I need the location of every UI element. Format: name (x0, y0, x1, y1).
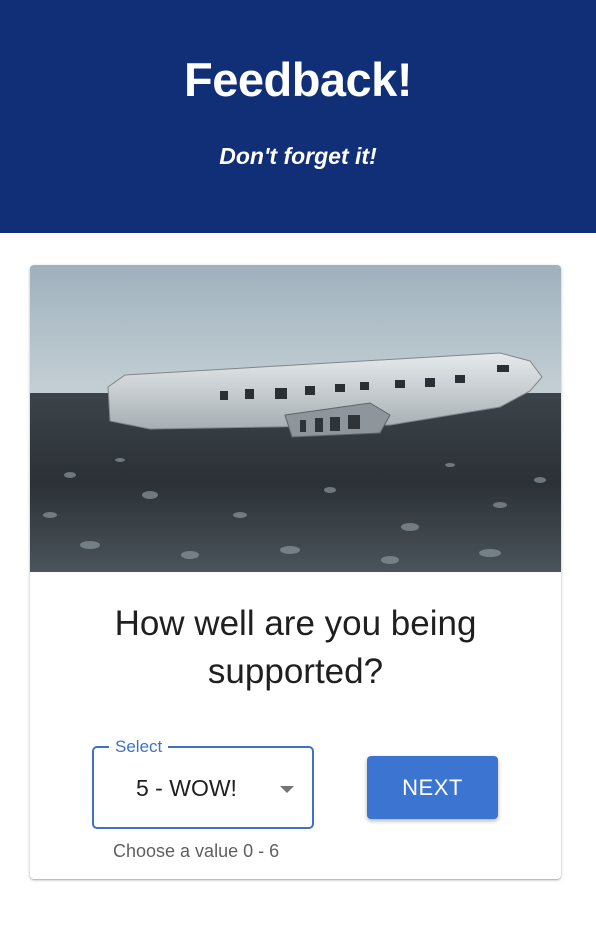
page-subtitle: Don't forget it! (219, 143, 377, 169)
select-value: 5 - WOW! (136, 775, 237, 801)
page-title: Feedback! (184, 53, 412, 106)
rating-select[interactable]: Select 5 - WOW! (92, 737, 314, 829)
select-helper-text: Choose a value 0 - 6 (113, 841, 280, 861)
question-text: How well are you being supported? (114, 604, 477, 691)
plane-wreck-photo (30, 265, 561, 572)
feedback-card: How well are you being supported? Select… (30, 265, 561, 879)
header: Feedback! Don't forget it! (0, 0, 596, 233)
next-button[interactable]: NEXT (367, 756, 498, 819)
select-label: Select (109, 737, 169, 757)
dropdown-arrow-icon (280, 786, 294, 793)
